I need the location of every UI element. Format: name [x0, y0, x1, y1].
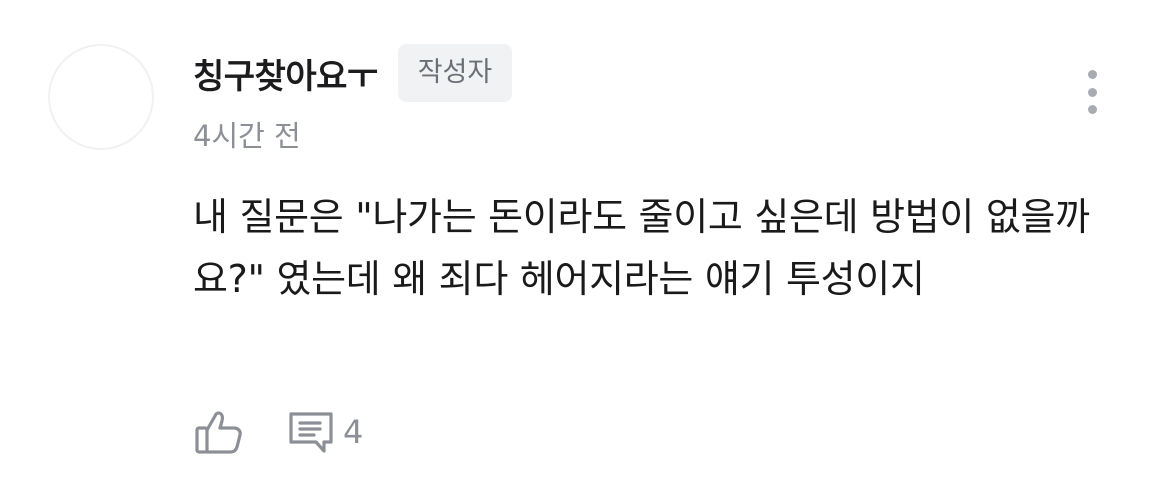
more-vertical-icon [1087, 70, 1097, 79]
comment-text: 내 질문은 "나가는 돈이라도 줄이고 싶은데 방법이 없을까요?" 였는데 왜… [193, 195, 1090, 301]
more-vertical-icon-dot [1087, 87, 1097, 97]
comment-header: 칭구찾아요ㅜ 작성자 [193, 44, 513, 102]
reply-count: 4 [343, 413, 364, 451]
comment-icon [289, 412, 333, 453]
author-badge: 작성자 [397, 44, 513, 102]
reply-button[interactable]: 4 [287, 408, 363, 456]
more-vertical-icon-dot [1087, 105, 1097, 114]
thumbs-up-icon [195, 411, 242, 454]
avatar[interactable] [48, 44, 154, 150]
like-button[interactable] [193, 406, 245, 458]
author-name[interactable]: 칭구찾아요ㅜ [193, 49, 378, 98]
comment-actions: 4 [193, 406, 363, 458]
more-options-button[interactable] [1072, 64, 1112, 120]
comment-timestamp: 4시간 전 [193, 119, 301, 153]
